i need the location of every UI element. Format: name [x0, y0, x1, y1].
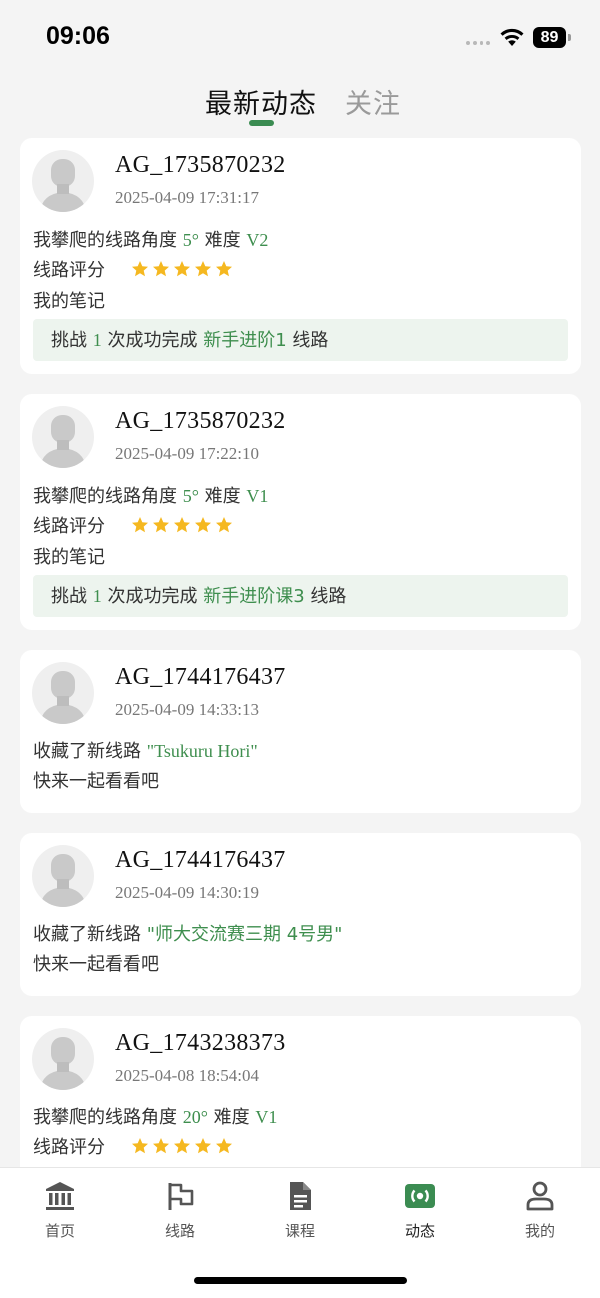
collect-info: 收藏了新线路 "师大交流赛三期 4号男"	[33, 924, 343, 945]
broadcast-icon	[405, 1184, 435, 1208]
nav-courses[interactable]: 课程	[260, 1180, 340, 1240]
star-icon	[173, 1138, 190, 1154]
rating-row: 线路评分	[33, 512, 233, 538]
star-icon	[173, 261, 190, 277]
route-link[interactable]: 新手进阶1	[203, 330, 286, 351]
difficulty-value: V1	[255, 1107, 278, 1127]
challenge-banner[interactable]: 挑战 1 次成功完成 新手进阶1 线路	[33, 319, 568, 361]
battery-level: 89	[533, 27, 566, 48]
avatar[interactable]	[32, 845, 94, 907]
star-icon	[173, 517, 190, 533]
avatar[interactable]	[32, 662, 94, 724]
challenge-count: 1	[92, 330, 102, 350]
angle-value: 20°	[182, 1107, 208, 1127]
home-indicator	[194, 1277, 407, 1284]
tab-following[interactable]: 关注	[345, 82, 401, 121]
star-icon	[194, 517, 211, 533]
avatar[interactable]	[32, 1028, 94, 1090]
rating-row: 线路评分	[33, 256, 233, 282]
nav-home[interactable]: 首页	[20, 1180, 100, 1240]
default-user-icon	[40, 671, 86, 724]
tab-latest[interactable]: 最新动态	[205, 82, 317, 121]
route-link[interactable]: "Tsukuru Hori"	[147, 741, 258, 761]
note-text: 我的笔记	[33, 291, 105, 312]
default-user-icon	[40, 415, 86, 468]
star-rating	[131, 1137, 233, 1155]
invite-text: 快来一起看看吧	[33, 771, 159, 792]
avatar[interactable]	[32, 150, 94, 212]
username[interactable]: AG_1735870232	[115, 408, 286, 435]
star-icon	[194, 1138, 211, 1154]
feed-card[interactable]: AG_1744176437 2025-04-09 14:33:13 收藏了新线路…	[20, 650, 581, 813]
star-icon	[194, 261, 211, 277]
activity-feed: AG_1735870232 2025-04-09 17:31:17 我攀爬的线路…	[20, 138, 581, 1236]
star-icon	[152, 261, 169, 277]
default-user-icon	[40, 854, 86, 907]
post-time: 2025-04-08 18:54:04	[115, 1066, 260, 1085]
nav-profile[interactable]: 我的	[500, 1180, 580, 1240]
nav-routes[interactable]: 线路	[140, 1180, 220, 1240]
post-time: 2025-04-09 14:33:13	[115, 700, 260, 719]
feed-tabs: 最新动态 关注	[0, 82, 600, 126]
star-icon	[152, 1138, 169, 1154]
star-rating	[131, 260, 233, 278]
rating-row: 线路评分	[33, 1133, 233, 1159]
star-icon	[131, 1138, 148, 1154]
username[interactable]: AG_1744176437	[115, 664, 286, 691]
avatar[interactable]	[32, 406, 94, 468]
username[interactable]: AG_1735870232	[115, 152, 286, 179]
active-tab-indicator	[249, 120, 274, 126]
default-user-icon	[40, 159, 86, 212]
star-icon	[152, 517, 169, 533]
challenge-banner[interactable]: 挑战 1 次成功完成 新手进阶课3 线路	[33, 575, 568, 617]
climb-info: 我攀爬的线路角度 20° 难度 V1	[33, 1107, 278, 1128]
angle-value: 5°	[182, 230, 199, 250]
star-rating	[131, 516, 233, 534]
difficulty-value: V2	[246, 230, 269, 250]
challenge-count: 1	[92, 586, 102, 606]
feed-card[interactable]: AG_1735870232 2025-04-09 17:22:10 我攀爬的线路…	[20, 394, 581, 630]
post-time: 2025-04-09 14:30:19	[115, 883, 260, 902]
post-time: 2025-04-09 17:31:17	[115, 188, 260, 207]
nav-activity[interactable]: 动态	[380, 1180, 460, 1240]
star-icon	[131, 261, 148, 277]
note-text: 我的笔记	[33, 547, 105, 568]
feed-card[interactable]: AG_1735870232 2025-04-09 17:31:17 我攀爬的线路…	[20, 138, 581, 374]
cellular-signal-icon	[466, 41, 490, 46]
wifi-icon	[500, 28, 524, 46]
invite-text: 快来一起看看吧	[33, 954, 159, 975]
bank-icon	[46, 1182, 74, 1210]
flag-icon	[168, 1183, 194, 1210]
star-icon	[215, 517, 232, 533]
status-bar: 09:06 89	[0, 0, 600, 70]
star-icon	[131, 517, 148, 533]
route-link[interactable]: 新手进阶课3	[203, 586, 304, 607]
battery-icon: 89	[533, 27, 571, 49]
person-icon	[526, 1181, 554, 1211]
route-link[interactable]: "师大交流赛三期 4号男"	[147, 924, 343, 945]
username[interactable]: AG_1743238373	[115, 1030, 286, 1057]
document-icon	[290, 1182, 311, 1210]
post-time: 2025-04-09 17:22:10	[115, 444, 260, 463]
climb-info: 我攀爬的线路角度 5° 难度 V2	[33, 230, 269, 251]
star-icon	[215, 261, 232, 277]
climb-info: 我攀爬的线路角度 5° 难度 V1	[33, 486, 269, 507]
angle-value: 5°	[182, 486, 199, 506]
difficulty-value: V1	[246, 486, 269, 506]
default-user-icon	[40, 1037, 86, 1090]
star-icon	[215, 1138, 232, 1154]
clock: 09:06	[46, 22, 110, 50]
feed-card[interactable]: AG_1744176437 2025-04-09 14:30:19 收藏了新线路…	[20, 833, 581, 996]
collect-info: 收藏了新线路 "Tsukuru Hori"	[33, 741, 258, 762]
username[interactable]: AG_1744176437	[115, 847, 286, 874]
